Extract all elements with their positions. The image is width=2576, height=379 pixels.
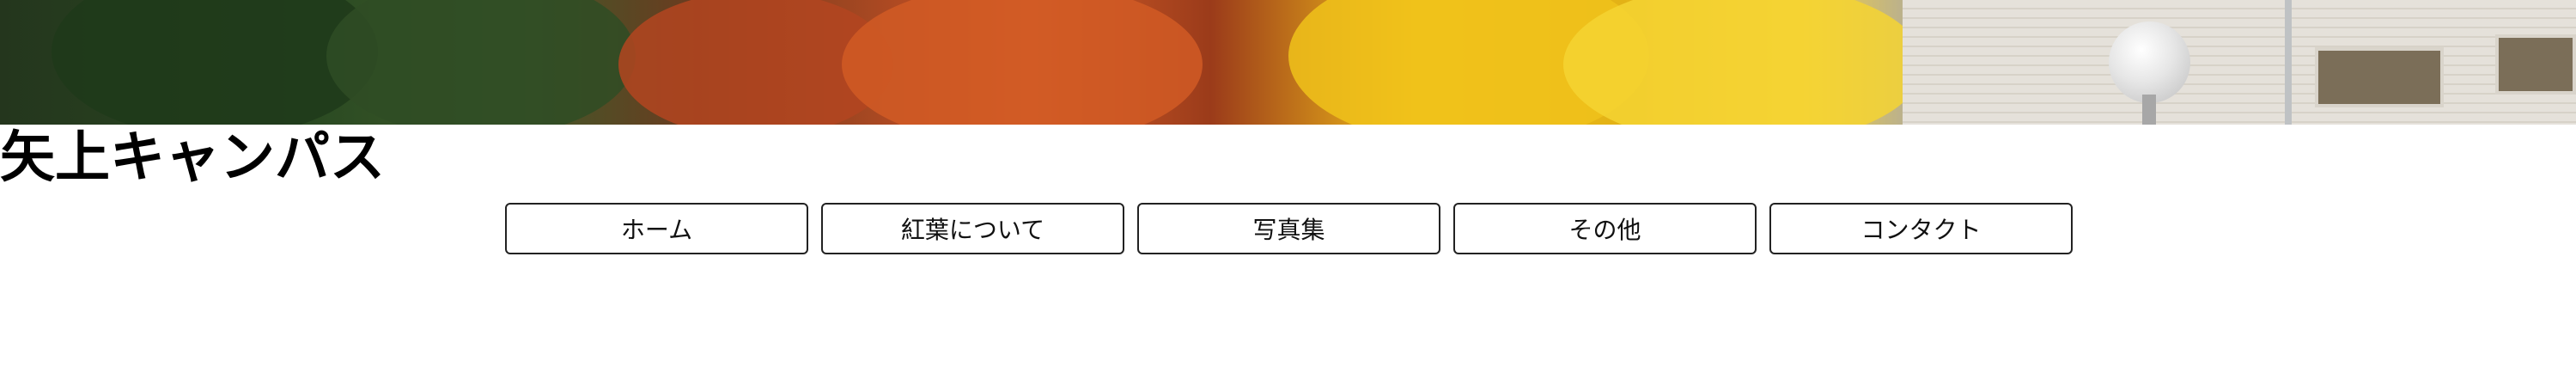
tree-canopy-yellow (1563, 0, 1924, 125)
nav-button-about-autumn-leaves[interactable]: 紅葉について (821, 203, 1124, 254)
lamp-post (2142, 95, 2156, 125)
page: 矢上キャンパス ホーム 紅葉について 写真集 その他 コンタクト (0, 0, 2576, 379)
site-title: 矢上キャンパス (0, 126, 385, 190)
nav-button-contact[interactable]: コンタクト (1769, 203, 2073, 254)
building-window (2495, 34, 2576, 95)
street-lamp-icon (2109, 21, 2190, 103)
nav-button-home[interactable]: ホーム (505, 203, 808, 254)
main-nav: ホーム 紅葉について 写真集 その他 コンタクト (505, 203, 2073, 254)
tree-canopy-green (326, 0, 636, 125)
nav-button-photo-gallery[interactable]: 写真集 (1137, 203, 1440, 254)
nav-button-other[interactable]: その他 (1453, 203, 1757, 254)
banner-photo (0, 0, 2576, 125)
building-facade (1903, 0, 2576, 125)
tree-canopy-orange (842, 0, 1203, 125)
drain-pipe (2285, 0, 2292, 125)
building-window (2315, 47, 2444, 107)
